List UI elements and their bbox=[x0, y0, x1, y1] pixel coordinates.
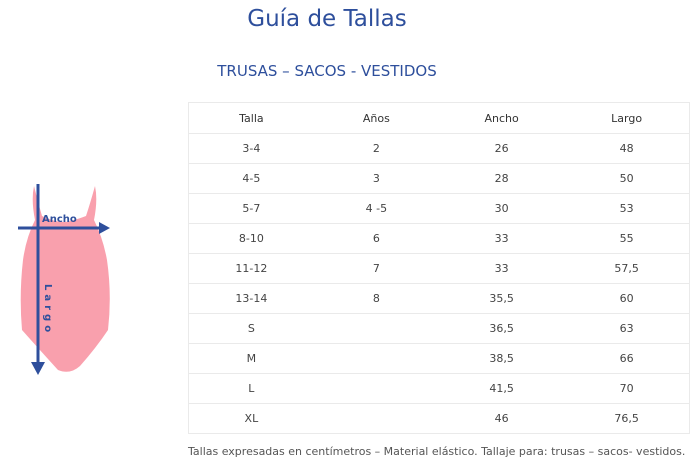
length-label: Largo bbox=[42, 284, 53, 336]
cell-talla: 13-14 bbox=[187, 283, 314, 314]
header-ancho: Ancho bbox=[439, 102, 565, 134]
garment-measurement-figure: Ancho Largo bbox=[14, 180, 118, 376]
cell-largo: 60 bbox=[564, 283, 691, 314]
header-talla: Talla bbox=[187, 102, 314, 134]
table-row: 5-7 4 -5 30 53 bbox=[187, 193, 691, 224]
table-row: 3-4 2 26 48 bbox=[187, 133, 691, 164]
cell-anos: 6 bbox=[313, 223, 439, 254]
cell-largo: 70 bbox=[564, 373, 691, 404]
cell-ancho: 38,5 bbox=[439, 343, 565, 374]
cell-ancho: 36,5 bbox=[439, 313, 565, 344]
cell-ancho: 33 bbox=[439, 223, 565, 254]
cell-largo: 63 bbox=[564, 313, 691, 344]
cell-anos bbox=[313, 313, 439, 344]
header-anos: Años bbox=[313, 102, 439, 134]
cell-ancho: 33 bbox=[439, 253, 565, 284]
cell-anos bbox=[313, 403, 439, 434]
cell-anos: 2 bbox=[313, 133, 439, 164]
cell-anos bbox=[313, 343, 439, 374]
table-row: S 36,5 63 bbox=[187, 313, 691, 344]
cell-talla: XL bbox=[187, 403, 314, 434]
table-row: XL 46 76,5 bbox=[187, 403, 691, 434]
cell-largo: 76,5 bbox=[564, 403, 691, 434]
cell-talla: S bbox=[187, 313, 314, 344]
header-largo: Largo bbox=[564, 102, 691, 134]
cell-anos: 4 -5 bbox=[313, 193, 439, 224]
cell-talla: 3-4 bbox=[187, 133, 314, 164]
footer-note: Tallas expresadas en centímetros – Mater… bbox=[188, 445, 686, 458]
cell-talla: L bbox=[187, 373, 314, 404]
table-header-row: Talla Años Ancho Largo bbox=[187, 102, 691, 134]
cell-largo: 57,5 bbox=[564, 253, 691, 284]
table-row: 13-14 8 35,5 60 bbox=[187, 283, 691, 314]
cell-talla: M bbox=[187, 343, 314, 374]
table-row: L 41,5 70 bbox=[187, 373, 691, 404]
cell-largo: 53 bbox=[564, 193, 691, 224]
cell-talla: 5-7 bbox=[187, 193, 314, 224]
width-label: Ancho bbox=[42, 214, 77, 225]
cell-talla: 4-5 bbox=[187, 163, 314, 194]
cell-anos bbox=[313, 373, 439, 404]
cell-ancho: 28 bbox=[439, 163, 565, 194]
size-table: Talla Años Ancho Largo 3-4 2 26 48 4-5 3… bbox=[187, 102, 691, 434]
cell-ancho: 26 bbox=[439, 133, 565, 164]
cell-talla: 11-12 bbox=[187, 253, 314, 284]
cell-ancho: 46 bbox=[439, 403, 565, 434]
cell-ancho: 30 bbox=[439, 193, 565, 224]
cell-anos: 8 bbox=[313, 283, 439, 314]
cell-anos: 3 bbox=[313, 163, 439, 194]
cell-largo: 50 bbox=[564, 163, 691, 194]
cell-ancho: 35,5 bbox=[439, 283, 565, 314]
page-title: Guía de Tallas bbox=[247, 6, 407, 32]
page-subtitle: TRUSAS – SACOS - VESTIDOS bbox=[217, 62, 437, 80]
table-row: 4-5 3 28 50 bbox=[187, 163, 691, 194]
table-row: 8-10 6 33 55 bbox=[187, 223, 691, 254]
cell-anos: 7 bbox=[313, 253, 439, 284]
cell-talla: 8-10 bbox=[187, 223, 314, 254]
table-row: M 38,5 66 bbox=[187, 343, 691, 374]
cell-largo: 66 bbox=[564, 343, 691, 374]
cell-largo: 48 bbox=[564, 133, 691, 164]
cell-ancho: 41,5 bbox=[439, 373, 565, 404]
cell-largo: 55 bbox=[564, 223, 691, 254]
table-row: 11-12 7 33 57,5 bbox=[187, 253, 691, 284]
